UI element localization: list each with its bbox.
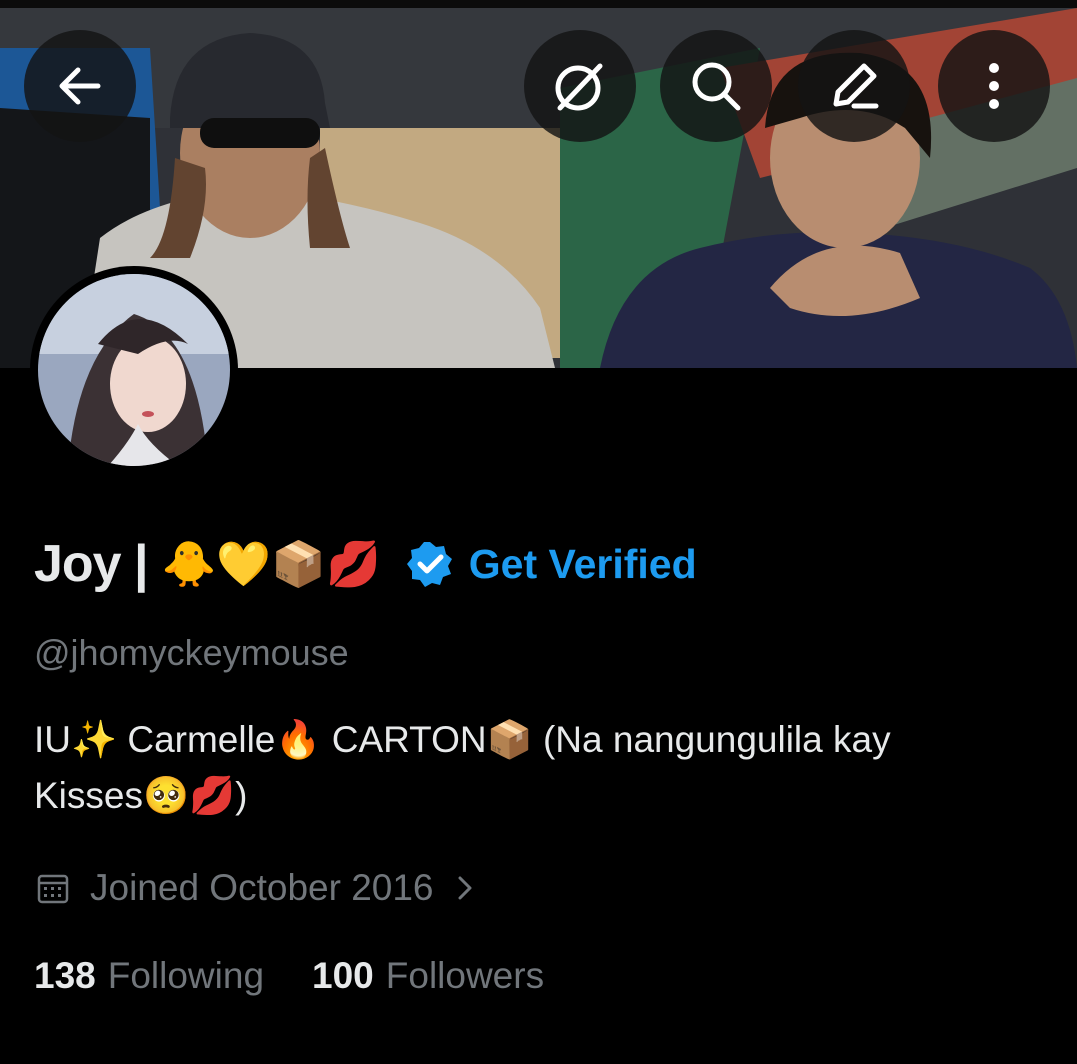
avatar[interactable] bbox=[30, 266, 238, 474]
more-vertical-icon bbox=[989, 63, 999, 109]
arrow-left-icon bbox=[59, 67, 101, 105]
verified-badge-icon[interactable] bbox=[405, 539, 455, 589]
follow-stats: 138 Following 100 Followers bbox=[34, 948, 544, 1004]
followers-link[interactable]: 100 Followers bbox=[312, 955, 544, 997]
bio-line-2: Kisses🥺💋) bbox=[34, 775, 248, 816]
name-emojis: 🐥💛📦💋 bbox=[161, 539, 381, 590]
following-label: Following bbox=[107, 955, 265, 996]
grok-icon bbox=[555, 63, 603, 111]
search-button[interactable] bbox=[660, 30, 772, 142]
pencil-icon bbox=[833, 63, 879, 109]
avatar-image bbox=[38, 274, 230, 466]
status-bar bbox=[0, 0, 1077, 8]
chevron-right-icon bbox=[458, 876, 472, 900]
profile-name-row: Joy | 🐥💛📦💋 Get Verified bbox=[34, 526, 697, 602]
more-button[interactable] bbox=[938, 30, 1050, 142]
joined-date-row[interactable]: Joined October 2016 bbox=[36, 860, 478, 916]
get-verified-link[interactable]: Get Verified bbox=[469, 541, 697, 588]
following-link[interactable]: 138 Following bbox=[34, 955, 264, 997]
grok-button[interactable] bbox=[524, 30, 636, 142]
edit-button[interactable] bbox=[798, 30, 910, 142]
bio: IU✨ Carmelle🔥 CARTON📦 (Na nangungulila k… bbox=[34, 712, 1034, 824]
display-name: Joy | bbox=[34, 535, 149, 593]
followers-count: 100 bbox=[312, 955, 374, 996]
calendar-icon bbox=[37, 874, 69, 904]
back-button[interactable] bbox=[24, 30, 136, 142]
bio-line-1: IU✨ Carmelle🔥 CARTON📦 (Na nangungulila k… bbox=[34, 719, 891, 760]
joined-date: Joined October 2016 bbox=[90, 867, 434, 908]
followers-label: Followers bbox=[385, 955, 545, 996]
search-icon bbox=[692, 62, 741, 111]
following-count: 138 bbox=[34, 955, 96, 996]
username-handle: @jhomyckeymouse bbox=[34, 632, 349, 673]
